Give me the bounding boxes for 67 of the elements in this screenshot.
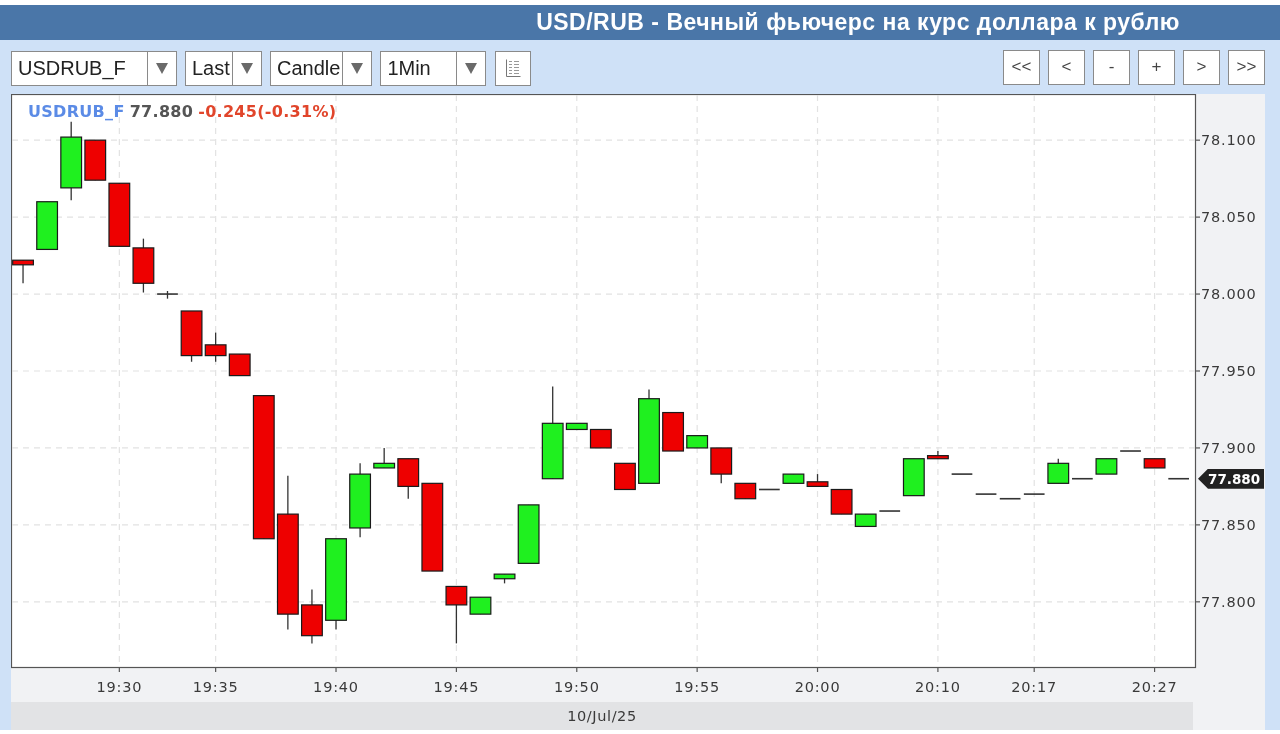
nav-button[interactable]: << (1003, 49, 1040, 85)
dropdown[interactable]: Candle (270, 50, 373, 86)
symbol-label: USDRUB_F (28, 102, 125, 121)
y-axis-label: 78.050 (1201, 209, 1257, 226)
caret-icon (241, 62, 253, 74)
tick-mark (1195, 370, 1201, 372)
x-axis-label: 20:27 (1131, 679, 1178, 695)
price-value: 77.880 (129, 102, 194, 121)
x-axis-label: 19:40 (313, 679, 359, 695)
dropdown[interactable]: Last (185, 50, 262, 86)
dropdown[interactable]: USDRUB_F (11, 50, 177, 86)
nav-button[interactable]: > (1183, 49, 1220, 85)
nav-button[interactable]: >> (1228, 49, 1265, 85)
y-axis-label: 78.100 (1201, 132, 1257, 149)
candle (782, 473, 805, 484)
tick-mark (1195, 447, 1201, 449)
tick-mark (118, 667, 120, 673)
candle (517, 504, 540, 564)
tick-mark (1195, 293, 1201, 295)
y-axis-label: 77.950 (1201, 363, 1257, 379)
caret-icon (156, 62, 168, 74)
change-value: -0.245(-0.31%) (198, 102, 337, 121)
x-axis-label: 19:35 (192, 679, 239, 695)
y-axis-label: 78.000 (1201, 286, 1257, 303)
y-axis-label: 77.800 (1201, 593, 1257, 610)
tick-mark (1154, 667, 1156, 673)
y-axis-label: 77.900 (1201, 439, 1257, 456)
candle (493, 573, 516, 584)
date-label: 10/Jul/25 (567, 708, 637, 724)
list-icon (505, 59, 522, 77)
tick-mark (335, 667, 337, 673)
tick-mark (816, 667, 819, 673)
nav-button[interactable]: + (1138, 49, 1175, 85)
window-title: USD/RUB - Вечный фьючерс на курс доллара к рублю (536, 9, 1180, 36)
candle (999, 497, 1022, 500)
candle (301, 588, 323, 645)
candle (1167, 477, 1190, 480)
tick-mark (1195, 524, 1201, 526)
x-axis-label: 19:55 (674, 679, 721, 695)
tick-mark (1195, 139, 1201, 141)
candle (228, 353, 251, 377)
caret-icon (351, 62, 364, 74)
candle (12, 259, 34, 284)
dropdown[interactable]: 1Min (380, 50, 487, 86)
tick-mark (696, 667, 698, 673)
tick-mark (937, 667, 939, 673)
candle (1095, 458, 1118, 475)
candle (1143, 458, 1166, 469)
tick-mark (1195, 601, 1201, 603)
last-price-tag: 77.880 (1198, 468, 1264, 489)
x-axis-label: 20:10 (915, 679, 961, 695)
tick-mark (1033, 667, 1035, 673)
x-axis-label: 19:30 (96, 679, 143, 695)
tick-mark (455, 667, 457, 673)
x-axis-label: 20:00 (794, 679, 841, 695)
candle (614, 462, 636, 491)
tick-mark (576, 667, 578, 673)
tick-mark (215, 667, 217, 673)
caret-icon (465, 62, 478, 74)
x-axis-label: 19:50 (553, 679, 600, 695)
toolbar-button[interactable] (495, 50, 532, 86)
x-axis-label: 20:17 (1011, 679, 1058, 695)
nav-button[interactable]: < (1048, 49, 1085, 85)
x-axis-label: 19:45 (433, 679, 480, 695)
tick-mark (1195, 216, 1201, 218)
y-axis-label: 77.850 (1201, 516, 1257, 533)
nav-button[interactable]: - (1093, 49, 1130, 85)
